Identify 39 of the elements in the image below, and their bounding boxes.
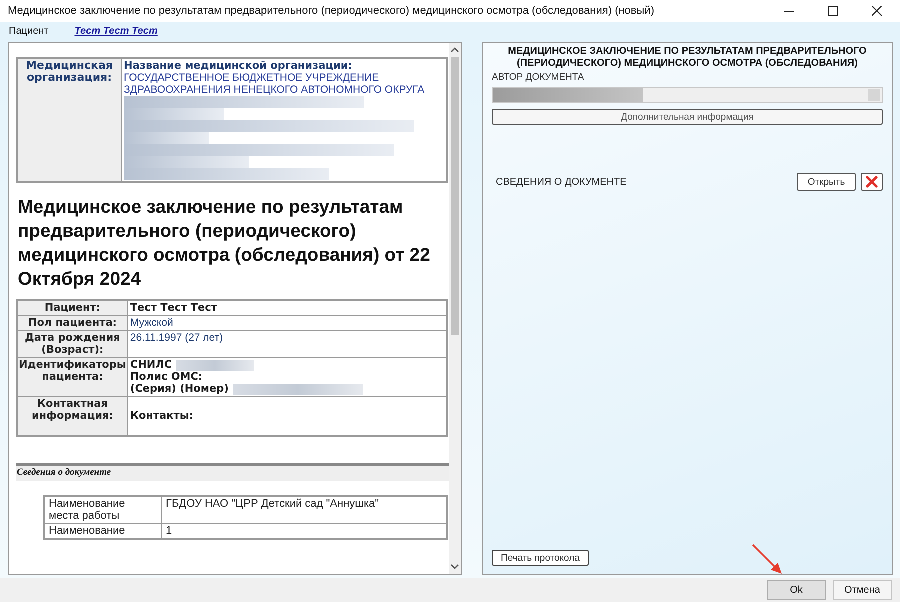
author-label: АВТОР ДОКУМЕНТА <box>492 72 586 83</box>
identifier-label: Полис ОМС: <box>130 371 203 383</box>
section-header: Сведения о документе <box>16 463 449 481</box>
document-info-label: СВЕДЕНИЯ О ДОКУМЕНТЕ <box>495 176 628 188</box>
document-title: Медицинское заключение по результатам предварительного (периодического) медицинского осмотра (обследования) от 22 Октября 2024 <box>18 195 432 291</box>
window-title: Медицинское заключение по результатам предварительного (периодического) медицинского осмотра (обследования) (новый) <box>8 5 656 17</box>
table-cell: Пациент: <box>17 300 128 316</box>
delete-button[interactable] <box>861 173 883 191</box>
org-heading: Название медицинской организации: <box>124 60 354 72</box>
table-cell: Идентификаторы пациента: <box>17 358 128 396</box>
panel-title: МЕДИЦИНСКОЕ ЗАКЛЮЧЕНИЕ ПО РЕЗУЛЬТАТАМ ПРЕДВАРИТЕЛЬНОГО (ПЕРИОДИЧЕСКОГО) МЕДИЦИНСКОГО ОСМОТРА (ОБСЛЕДОВАНИЯ) <box>507 46 868 70</box>
open-button[interactable]: Открыть <box>797 173 856 191</box>
table-cell: Мужской <box>128 316 447 330</box>
patient-label: Пациент <box>9 26 49 36</box>
table-cell: ГБДОУ НАО "ЦРР Детский сад "Аннушка" <box>162 496 447 524</box>
patient-name-link[interactable]: Тест Тест Тест <box>74 26 158 36</box>
scroll-up-icon[interactable] <box>451 47 459 53</box>
table-cell: Наименование места работы <box>44 496 162 524</box>
annotation-arrow <box>751 543 785 577</box>
identifier-label: (Серия) (Номер) <box>130 383 229 395</box>
table-cell: 26.11.1997 (27 лет) <box>128 330 447 358</box>
identifier-label: СНИЛС <box>130 359 172 371</box>
author-field[interactable] <box>492 87 883 103</box>
dialog-button[interactable]: Ok <box>767 580 826 600</box>
maximize-icon[interactable] <box>828 6 838 16</box>
print-protocol-button[interactable]: Печать протокола <box>492 550 589 566</box>
table-cell: Пол пациента: <box>17 316 128 330</box>
scroll-thumb[interactable] <box>451 57 459 335</box>
table-cell: Дата рождения (Возраст): <box>17 330 128 358</box>
more-info-button[interactable]: Дополнительная информация <box>492 109 883 125</box>
vertical-scrollbar[interactable] <box>449 43 461 574</box>
delete-icon <box>866 176 878 188</box>
scroll-down-icon[interactable] <box>451 564 459 570</box>
table-cell: Контактная информация: <box>17 396 128 436</box>
table-cell: Медицинская организация: <box>17 58 122 182</box>
dialog-button[interactable]: Отмена <box>833 580 892 600</box>
close-icon[interactable] <box>872 6 882 16</box>
table-cell: Тест Тест Тест <box>128 300 447 316</box>
org-name: ГОСУДАРСТВЕННОЕ БЮДЖЕТНОЕ УЧРЕЖДЕНИЕ ЗДРАВООХРАНЕНИЯ НЕНЕЦКОГО АВТОНОМНОГО ОКРУГА <box>124 72 426 96</box>
